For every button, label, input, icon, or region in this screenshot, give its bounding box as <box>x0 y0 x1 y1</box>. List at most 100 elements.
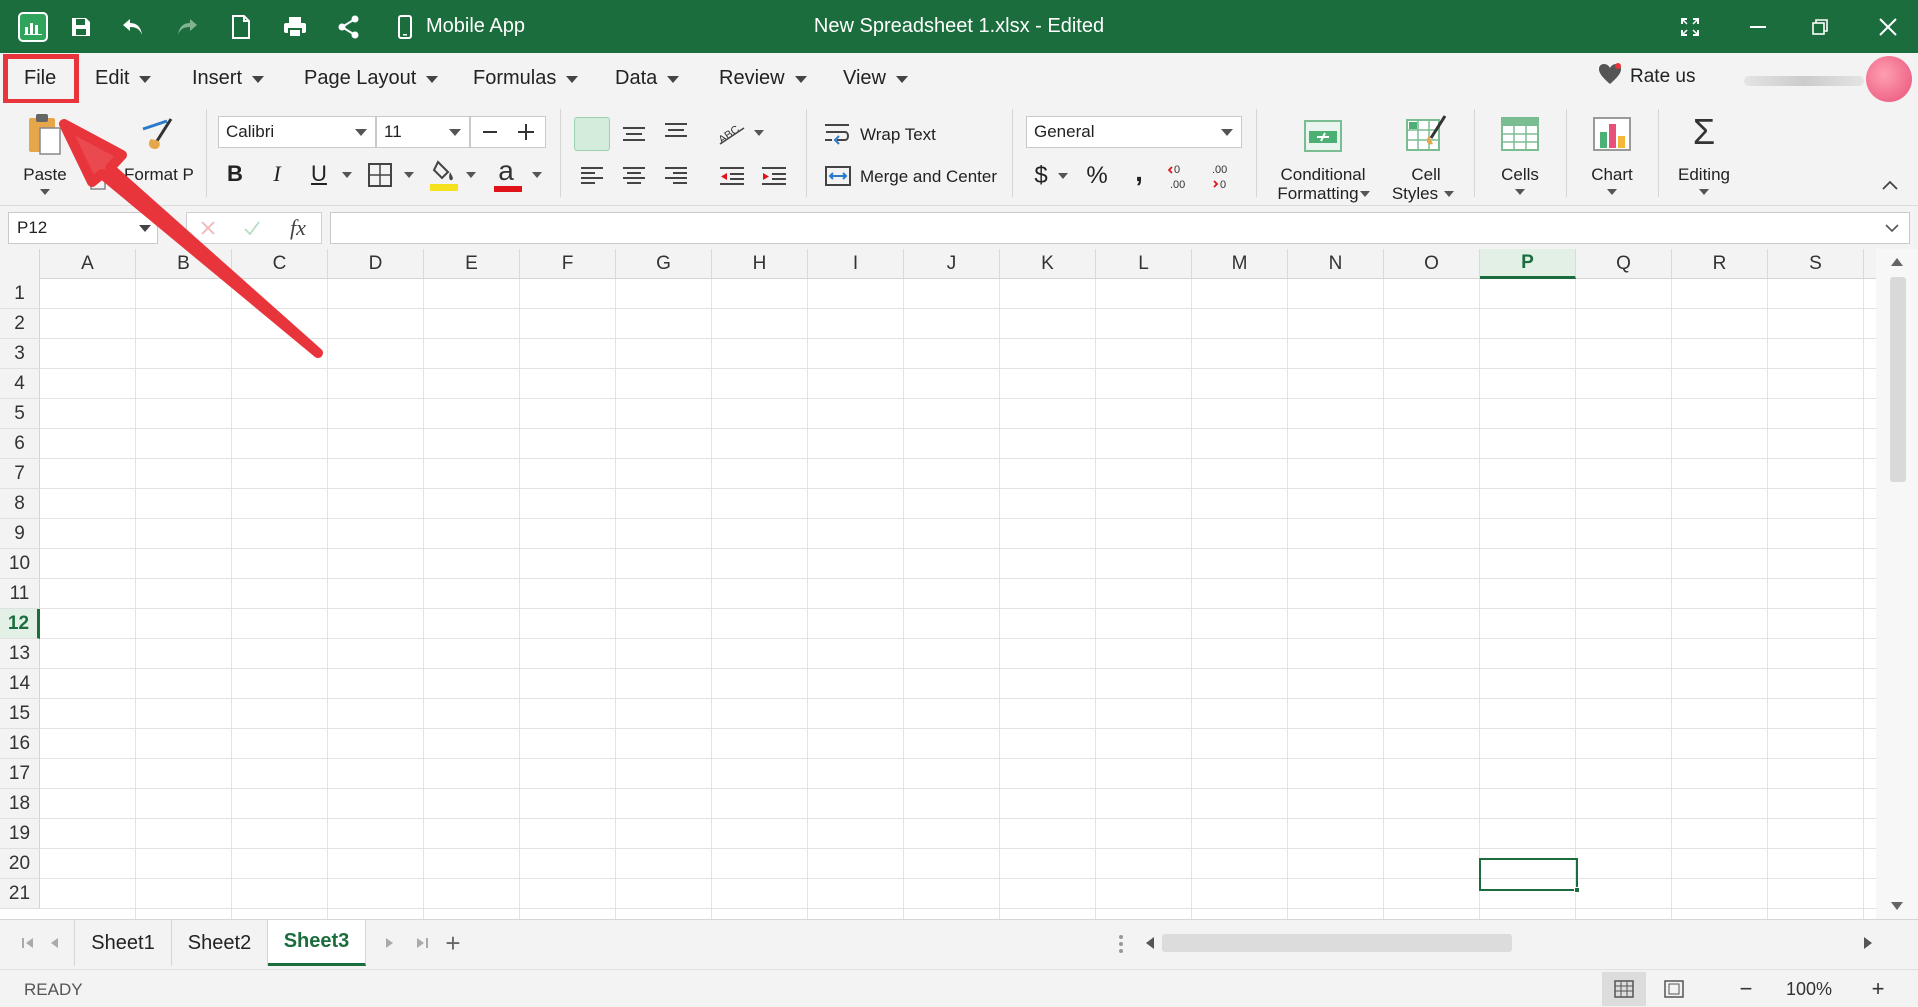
formula-input[interactable] <box>330 212 1910 244</box>
bold-button[interactable]: B <box>222 159 248 189</box>
align-middle-icon[interactable] <box>616 117 652 151</box>
cells-label[interactable]: Cells <box>1494 165 1546 184</box>
scroll-right-icon[interactable] <box>1860 934 1876 952</box>
column-header-g[interactable]: G <box>616 249 712 279</box>
column-header-m[interactable]: M <box>1192 249 1288 279</box>
name-box[interactable]: P12 <box>8 212 158 244</box>
currency-dropdown-icon[interactable] <box>1058 173 1068 179</box>
chart-dropdown-icon[interactable] <box>1607 189 1617 195</box>
increase-indent-icon[interactable] <box>756 159 792 193</box>
minimize-icon[interactable] <box>1740 10 1776 44</box>
text-orientation-icon[interactable]: ABC <box>712 113 752 149</box>
copy-icon[interactable] <box>88 165 114 193</box>
vertical-scrollbar[interactable] <box>1876 249 1918 919</box>
chart-label[interactable]: Chart <box>1586 165 1638 184</box>
orientation-dropdown-icon[interactable] <box>754 130 764 136</box>
column-header-f[interactable]: F <box>520 249 616 279</box>
row-header-18[interactable]: 18 <box>0 789 40 819</box>
underline-button[interactable]: U <box>306 159 332 189</box>
decrease-decimal-icon[interactable]: .00 0 <box>1208 159 1238 193</box>
cells-dropdown-icon[interactable] <box>1515 189 1525 195</box>
zoom-level[interactable]: 100% <box>1786 979 1832 1000</box>
selected-cell-p12[interactable] <box>1479 858 1578 891</box>
column-header-d[interactable]: D <box>328 249 424 279</box>
scroll-left-icon[interactable] <box>1142 934 1158 952</box>
menu-data[interactable]: Data <box>615 63 680 93</box>
merge-center-button[interactable]: Merge and Center <box>860 167 997 186</box>
align-left-icon[interactable] <box>574 159 610 193</box>
row-header-11[interactable]: 11 <box>0 579 40 609</box>
borders-icon[interactable] <box>366 161 394 189</box>
font-name-dropdown[interactable]: Calibri <box>218 116 376 148</box>
horizontal-scroll-thumb[interactable] <box>1162 934 1512 952</box>
cells-icon[interactable] <box>1498 113 1542 155</box>
cell-styles-dropdown-icon[interactable] <box>1444 191 1454 197</box>
add-sheet-button[interactable]: + <box>440 928 466 958</box>
cancel-formula-icon[interactable] <box>197 217 219 239</box>
italic-button[interactable]: I <box>264 159 290 189</box>
redo-icon[interactable] <box>172 12 202 42</box>
row-header-8[interactable]: 8 <box>0 489 40 519</box>
decrease-indent-icon[interactable] <box>714 159 750 193</box>
cell-styles-label-2[interactable]: Styles <box>1388 184 1442 203</box>
select-all-corner[interactable] <box>0 249 40 279</box>
prev-sheet-icon[interactable] <box>44 934 64 952</box>
rate-us-button[interactable]: Rate us <box>1598 63 1695 91</box>
undo-icon[interactable] <box>118 12 148 42</box>
menu-page-layout[interactable]: Page Layout <box>304 63 439 93</box>
column-header-p[interactable]: P <box>1480 249 1576 279</box>
menu-view[interactable]: View <box>843 63 908 93</box>
collapse-ribbon-icon[interactable] <box>1876 175 1904 195</box>
underline-dropdown-icon[interactable] <box>342 172 352 178</box>
currency-button[interactable]: $ <box>1028 161 1054 191</box>
zoom-out-button[interactable]: − <box>1734 976 1758 1002</box>
row-header-3[interactable]: 3 <box>0 339 40 369</box>
paste-label[interactable]: Paste <box>22 165 68 184</box>
menu-edit[interactable]: Edit <box>95 63 152 93</box>
menu-insert[interactable]: Insert <box>192 63 265 93</box>
column-header-b[interactable]: B <box>136 249 232 279</box>
borders-dropdown-icon[interactable] <box>404 172 414 178</box>
vertical-scroll-thumb[interactable] <box>1890 277 1906 482</box>
column-header-q[interactable]: Q <box>1576 249 1672 279</box>
column-header-i[interactable]: I <box>808 249 904 279</box>
sum-icon[interactable]: Σ <box>1686 109 1722 155</box>
row-header-15[interactable]: 15 <box>0 699 40 729</box>
merge-center-icon[interactable] <box>824 163 852 189</box>
percent-button[interactable]: % <box>1082 161 1112 191</box>
conditional-formatting-label-1[interactable]: Conditional <box>1268 165 1378 184</box>
splitter-handle-icon[interactable] <box>1114 932 1128 956</box>
last-sheet-icon[interactable] <box>412 934 432 952</box>
next-sheet-icon[interactable] <box>380 934 400 952</box>
row-header-13[interactable]: 13 <box>0 639 40 669</box>
row-header-7[interactable]: 7 <box>0 459 40 489</box>
spreadsheet-grid[interactable]: ABCDEFGHIJKLMNOPQRS 1 2 3 4 5 6 7 8 9 10 11 12 13 14 1… <box>0 249 1876 919</box>
column-header-c[interactable]: C <box>232 249 328 279</box>
mobile-phone-icon[interactable] <box>390 12 420 42</box>
zoom-in-button[interactable]: + <box>1866 976 1890 1002</box>
fill-handle[interactable] <box>1574 887 1580 893</box>
fullscreen-icon[interactable] <box>1672 10 1708 44</box>
row-header-4[interactable]: 4 <box>0 369 40 399</box>
column-header-k[interactable]: K <box>1000 249 1096 279</box>
paste-dropdown-icon[interactable] <box>40 189 50 195</box>
menu-formulas[interactable]: Formulas <box>473 63 579 93</box>
conditional-formatting-dropdown-icon[interactable] <box>1360 191 1370 197</box>
menu-review[interactable]: Review <box>719 63 807 93</box>
fill-color-icon[interactable] <box>428 157 460 193</box>
scroll-up-icon[interactable] <box>1888 255 1906 269</box>
column-header-n[interactable]: N <box>1288 249 1384 279</box>
row-header-17[interactable]: 17 <box>0 759 40 789</box>
align-center-icon[interactable] <box>616 159 652 193</box>
print-icon[interactable] <box>280 12 310 42</box>
chart-icon[interactable] <box>1590 113 1634 155</box>
sheet-tab-2[interactable]: Sheet2 <box>172 920 268 966</box>
row-header-10[interactable]: 10 <box>0 549 40 579</box>
row-header-14[interactable]: 14 <box>0 669 40 699</box>
wrap-text-button[interactable]: Wrap Text <box>860 125 936 144</box>
font-color-dropdown-icon[interactable] <box>532 172 542 178</box>
column-header-s[interactable]: S <box>1768 249 1864 279</box>
decrease-font-icon[interactable] <box>475 121 505 143</box>
row-header-21[interactable]: 21 <box>0 879 40 909</box>
align-right-icon[interactable] <box>658 159 694 193</box>
